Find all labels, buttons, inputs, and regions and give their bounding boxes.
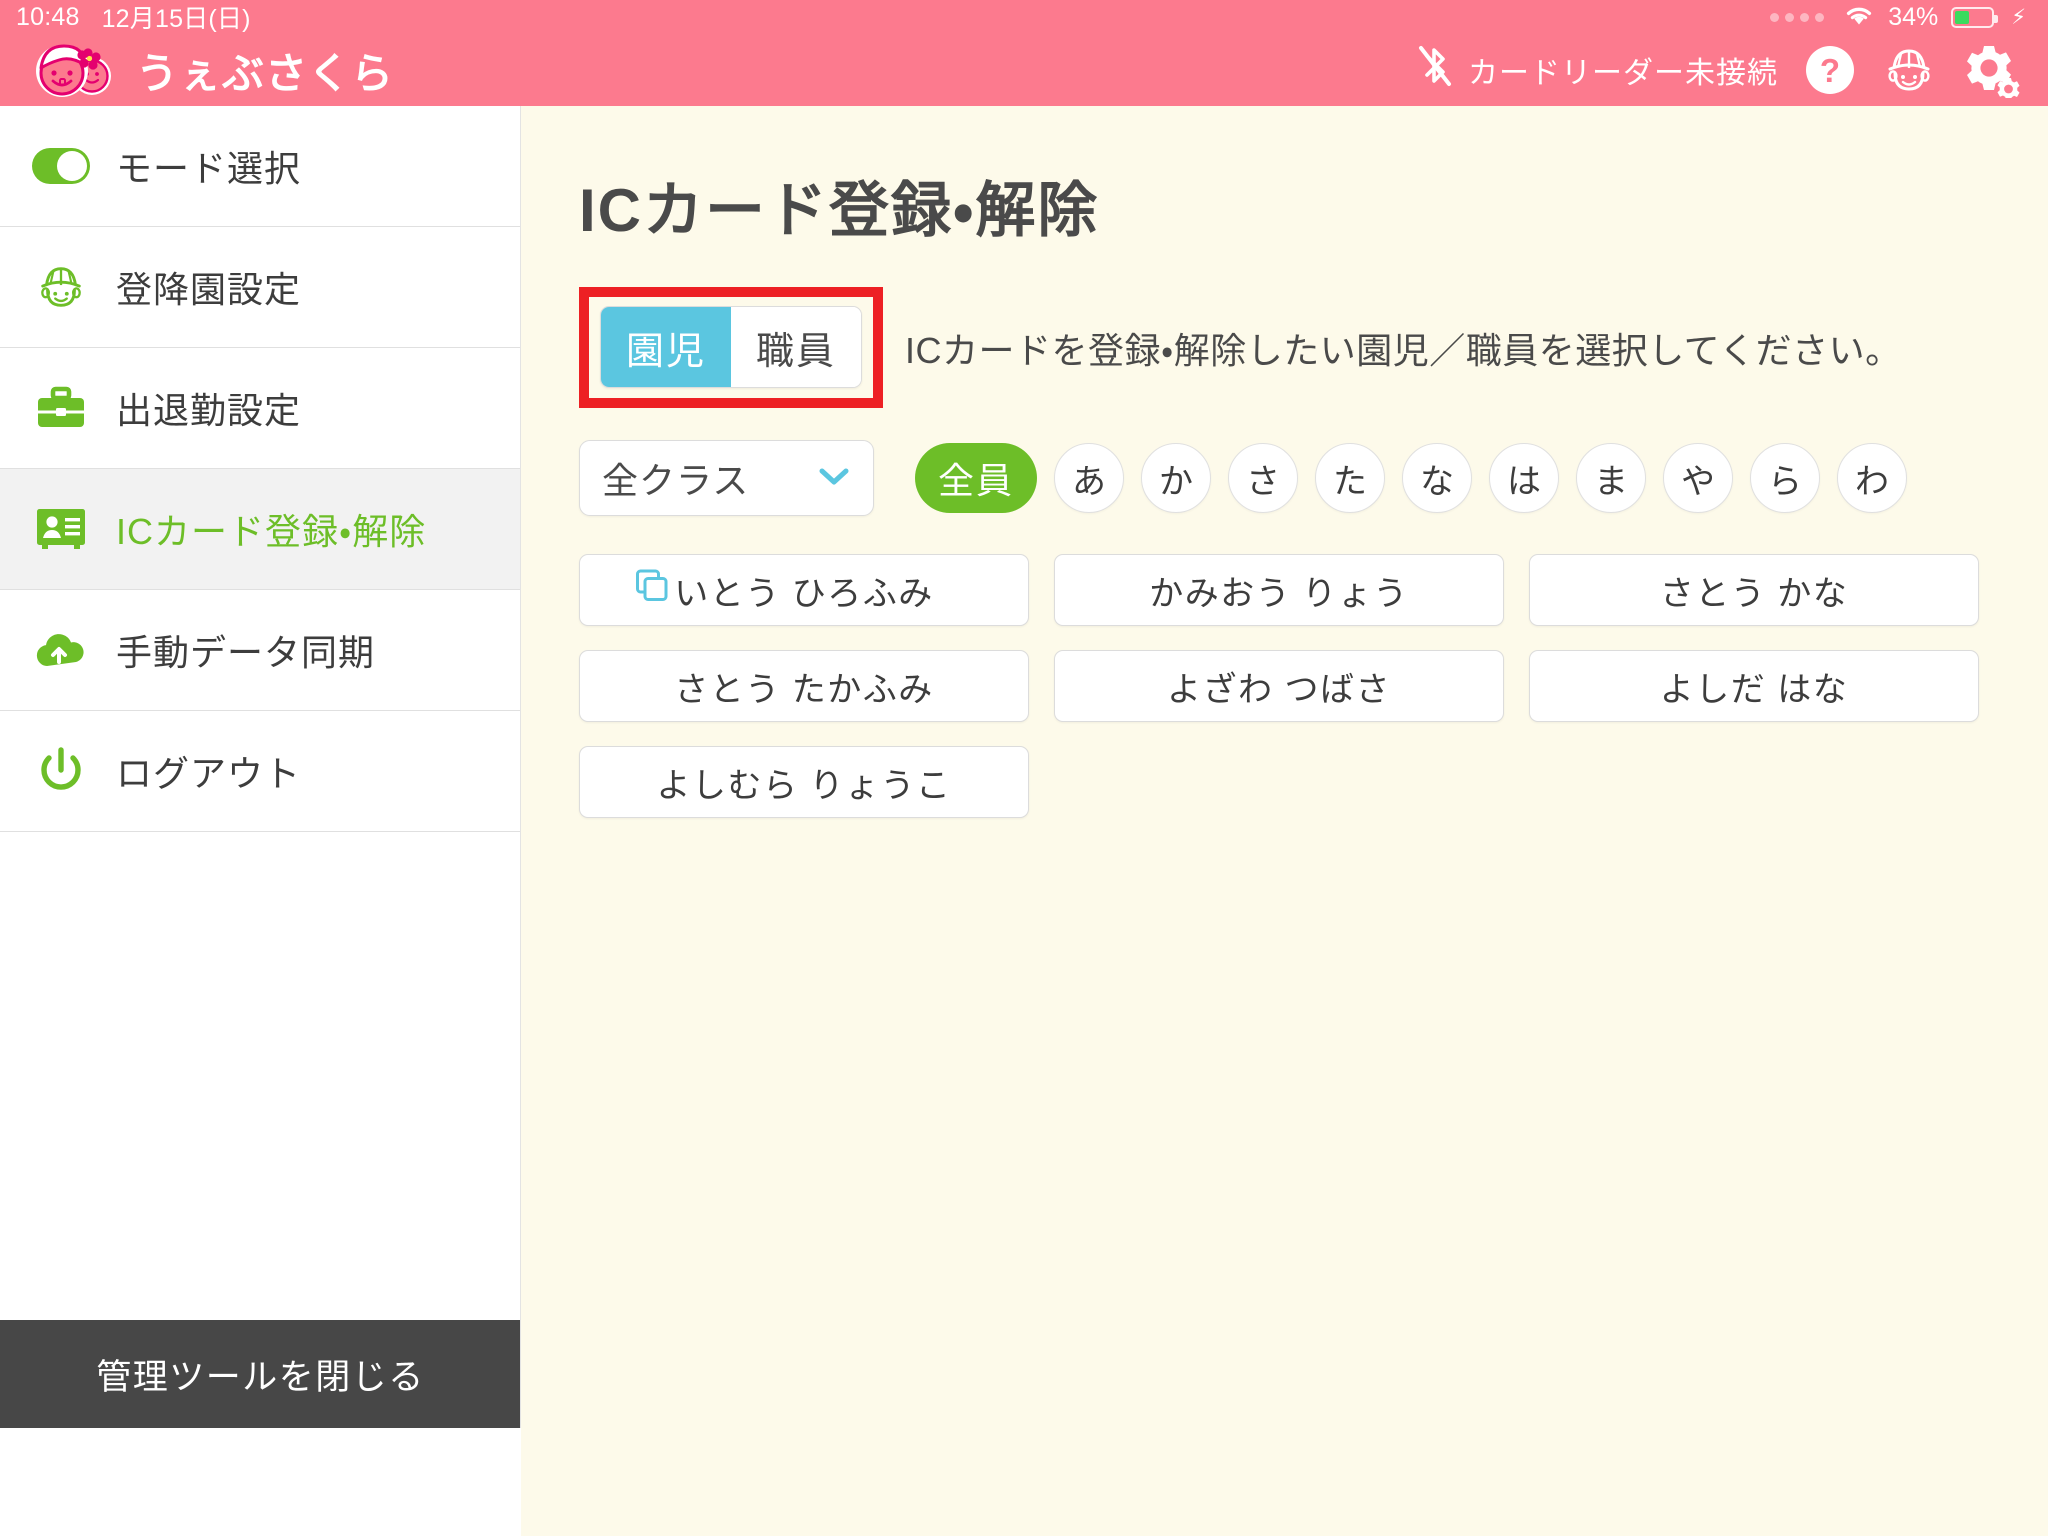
class-select-value: 全クラス [602, 460, 750, 501]
wifi-icon [1843, 3, 1875, 32]
question-mark-icon[interactable]: ? [1804, 44, 1856, 96]
logo-text: うぇぶさくら [136, 48, 395, 98]
person-name: さとう かな [1659, 574, 1849, 613]
person-button[interactable]: よしむら りょうこ [579, 746, 1029, 818]
person-name: かみおう りょう [1149, 574, 1409, 613]
battery-icon [1951, 6, 1999, 28]
kana-button-ra[interactable]: ら [1750, 443, 1820, 513]
close-admin-tool-button[interactable]: 管理ツールを閉じる [0, 1320, 520, 1428]
filter-all-button[interactable]: 全員 [915, 443, 1037, 513]
segment-staff[interactable]: 職員 [731, 307, 861, 387]
type-selector-row: 園児 職員 ICカードを登録・解除したい園児／職員を選択してください。 [579, 287, 1988, 408]
person-button[interactable]: よしだ はな [1529, 650, 1979, 722]
sidebar-item-mode-select[interactable]: モード選択 [0, 106, 520, 227]
charging-bolt-icon: ⚡ [2011, 5, 2026, 29]
kana-button-ya[interactable]: や [1663, 443, 1733, 513]
person-name: さとう たかふみ [674, 670, 934, 709]
kana-button-ta[interactable]: た [1315, 443, 1385, 513]
sidebar-item-work-settings[interactable]: 出退勤設定 [0, 348, 520, 469]
sidebar-item-label: ICカード登録・解除 [116, 511, 427, 552]
gear-icon[interactable] [1962, 42, 2020, 98]
sidebar-item-ic-card-register[interactable]: ICカード登録・解除 [0, 469, 520, 590]
segment-children[interactable]: 園児 [601, 307, 731, 387]
body: モード選択 登降園設定 出退勤設定 ICカード登録・解除 手動データ同期 ログア… [0, 106, 2048, 1536]
main-content: ICカード登録・解除 園児 職員 ICカードを登録・解除したい園児／職員を選択し… [521, 106, 2048, 1536]
app-root: 10:48 12月15日(日) 34% ⚡ うぇぶさくら カードリーダー未接続 … [0, 0, 2048, 1536]
child-with-hat-icon [32, 261, 90, 313]
sidebar-item-label: 登降園設定 [116, 269, 302, 310]
class-select[interactable]: 全クラス [579, 440, 874, 516]
person-name: いとう ひろふみ [674, 574, 934, 613]
kana-button-wa[interactable]: わ [1837, 443, 1907, 513]
kana-button-ma[interactable]: ま [1576, 443, 1646, 513]
status-date: 12月15日(日) [101, 5, 251, 33]
id-card-icon [32, 507, 90, 551]
kana-button-a[interactable]: あ [1054, 443, 1124, 513]
person-name: よざわ つばさ [1167, 670, 1391, 709]
person-button[interactable]: さとう かな [1529, 554, 1979, 626]
filter-row: 全クラス 全員 あ か さ た な は ま や ら わ [579, 440, 1988, 516]
app-header: うぇぶさくら カードリーダー未接続 ? [0, 34, 2048, 106]
power-icon [32, 746, 90, 796]
status-bar: 10:48 12月15日(日) 34% ⚡ [0, 0, 2048, 34]
sidebar-item-label: モード選択 [116, 148, 302, 189]
child-with-hat-icon[interactable] [1882, 43, 1936, 97]
bluetooth-disconnected-icon [1414, 42, 1454, 99]
svg-text:?: ? [1820, 52, 1840, 89]
sidebar-item-attendance-settings[interactable]: 登降園設定 [0, 227, 520, 348]
type-segmented-control: 園児 職員 [600, 306, 862, 388]
person-list: いとう ひろふみ かみおう りょう さとう かな さとう たかふみ よざわ つば… [579, 554, 1988, 818]
briefcase-icon [32, 385, 90, 431]
card-reader-status-label: カードリーダー未接続 [1468, 57, 1778, 90]
status-bar-right: 34% ⚡ [1770, 3, 2048, 32]
person-name: よしだ はな [1659, 670, 1849, 709]
signal-dots-icon [1770, 12, 1825, 22]
person-name: よしむら りょうこ [656, 766, 952, 805]
sidebar: モード選択 登降園設定 出退勤設定 ICカード登録・解除 手動データ同期 ログア… [0, 106, 521, 1428]
cloud-upload-icon [32, 628, 90, 672]
person-button[interactable]: いとう ひろふみ [579, 554, 1029, 626]
person-button[interactable]: かみおう りょう [1054, 554, 1504, 626]
sidebar-item-logout[interactable]: ログアウト [0, 711, 520, 832]
instruction-text: ICカードを登録・解除したい園児／職員を選択してください。 [905, 329, 1902, 371]
battery-percent: 34% [1888, 2, 1939, 31]
app-logo[interactable]: うぇぶさくら [0, 38, 394, 102]
header-actions: カードリーダー未接続 ? [1414, 42, 2048, 99]
person-button[interactable]: さとう たかふみ [579, 650, 1029, 722]
kana-button-na[interactable]: な [1402, 443, 1472, 513]
kana-button-sa[interactable]: さ [1228, 443, 1298, 513]
card-reader-status: カードリーダー未接続 [1414, 42, 1778, 99]
person-button[interactable]: よざわ つばさ [1054, 650, 1504, 722]
kana-button-ka[interactable]: か [1141, 443, 1211, 513]
status-bar-left: 10:48 12月15日(日) [0, 0, 251, 35]
sidebar-item-label: 出退勤設定 [116, 390, 302, 431]
sakura-children-logo-icon [30, 38, 122, 102]
sidebar-item-manual-sync[interactable]: 手動データ同期 [0, 590, 520, 711]
kana-button-ha[interactable]: は [1489, 443, 1559, 513]
toggle-switch-icon [32, 148, 90, 184]
highlight-box: 園児 職員 [579, 287, 883, 408]
sidebar-item-label: ログアウト [116, 753, 302, 794]
chevron-down-icon [817, 465, 851, 492]
page-title: ICカード登録・解除 [579, 177, 1100, 244]
ic-card-registered-icon [635, 569, 669, 612]
sidebar-item-label: 手動データ同期 [116, 632, 376, 673]
status-time: 10:48 [16, 2, 80, 31]
